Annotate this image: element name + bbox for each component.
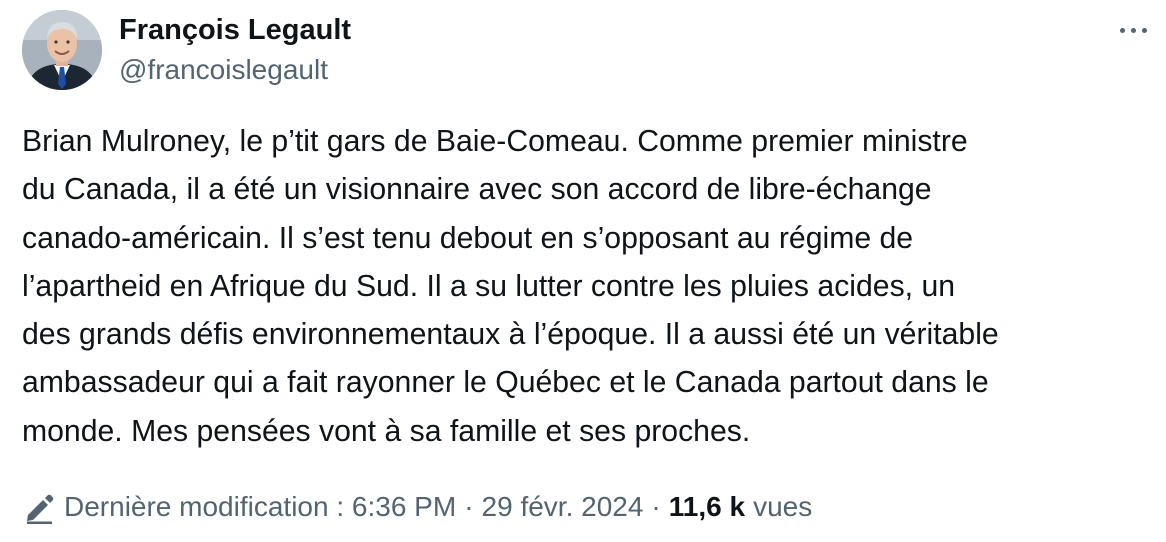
pencil-edit-icon[interactable] xyxy=(22,490,56,524)
meta-separator: · xyxy=(464,491,474,522)
views-count: 11,6 k xyxy=(668,491,746,522)
tweet-text-line: du Canada, il a été un visionnaire avec … xyxy=(22,173,932,207)
tweet-text-line: canado-américain. Il s’est tenu debout e… xyxy=(22,221,914,255)
views-label: vues xyxy=(753,491,813,522)
tweet-text-line: l’apartheid en Afrique du Sud. Il a su l… xyxy=(22,269,956,303)
more-horizontal-icon xyxy=(1120,28,1125,33)
author-name[interactable]: François Legault xyxy=(119,12,351,48)
author-handle[interactable]: @francoislegault xyxy=(119,52,328,88)
more-horizontal-icon-dot xyxy=(1142,28,1147,33)
tweet-text-line: des grands défis environnementaux à l’ép… xyxy=(22,318,999,352)
tweet-text: Brian Mulroney, le p’tit gars de Baie-Co… xyxy=(22,118,1152,456)
tweet-text-line: ambassadeur qui a fait rayonner le Québe… xyxy=(22,366,989,400)
tweet-date-link[interactable]: 29 févr. 2024 xyxy=(482,491,644,523)
edited-timestamp-link[interactable]: Dernière modification : 6:36 PM xyxy=(64,491,456,523)
meta-separator: · xyxy=(651,491,661,522)
tweet-meta: Dernière modification : 6:36 PM · 29 fév… xyxy=(22,487,812,527)
profile-photo-icon xyxy=(22,10,102,90)
tweet-card: François Legault @francoislegault Brian … xyxy=(0,0,1166,542)
author-avatar[interactable] xyxy=(22,10,102,90)
tweet-text-line: monde. Mes pensées vont à sa famille et … xyxy=(22,414,751,448)
tweet-text-line: Brian Mulroney, le p’tit gars de Baie-Co… xyxy=(22,125,968,158)
more-options-button[interactable] xyxy=(1112,14,1156,46)
more-horizontal-icon-dot xyxy=(1131,28,1136,33)
